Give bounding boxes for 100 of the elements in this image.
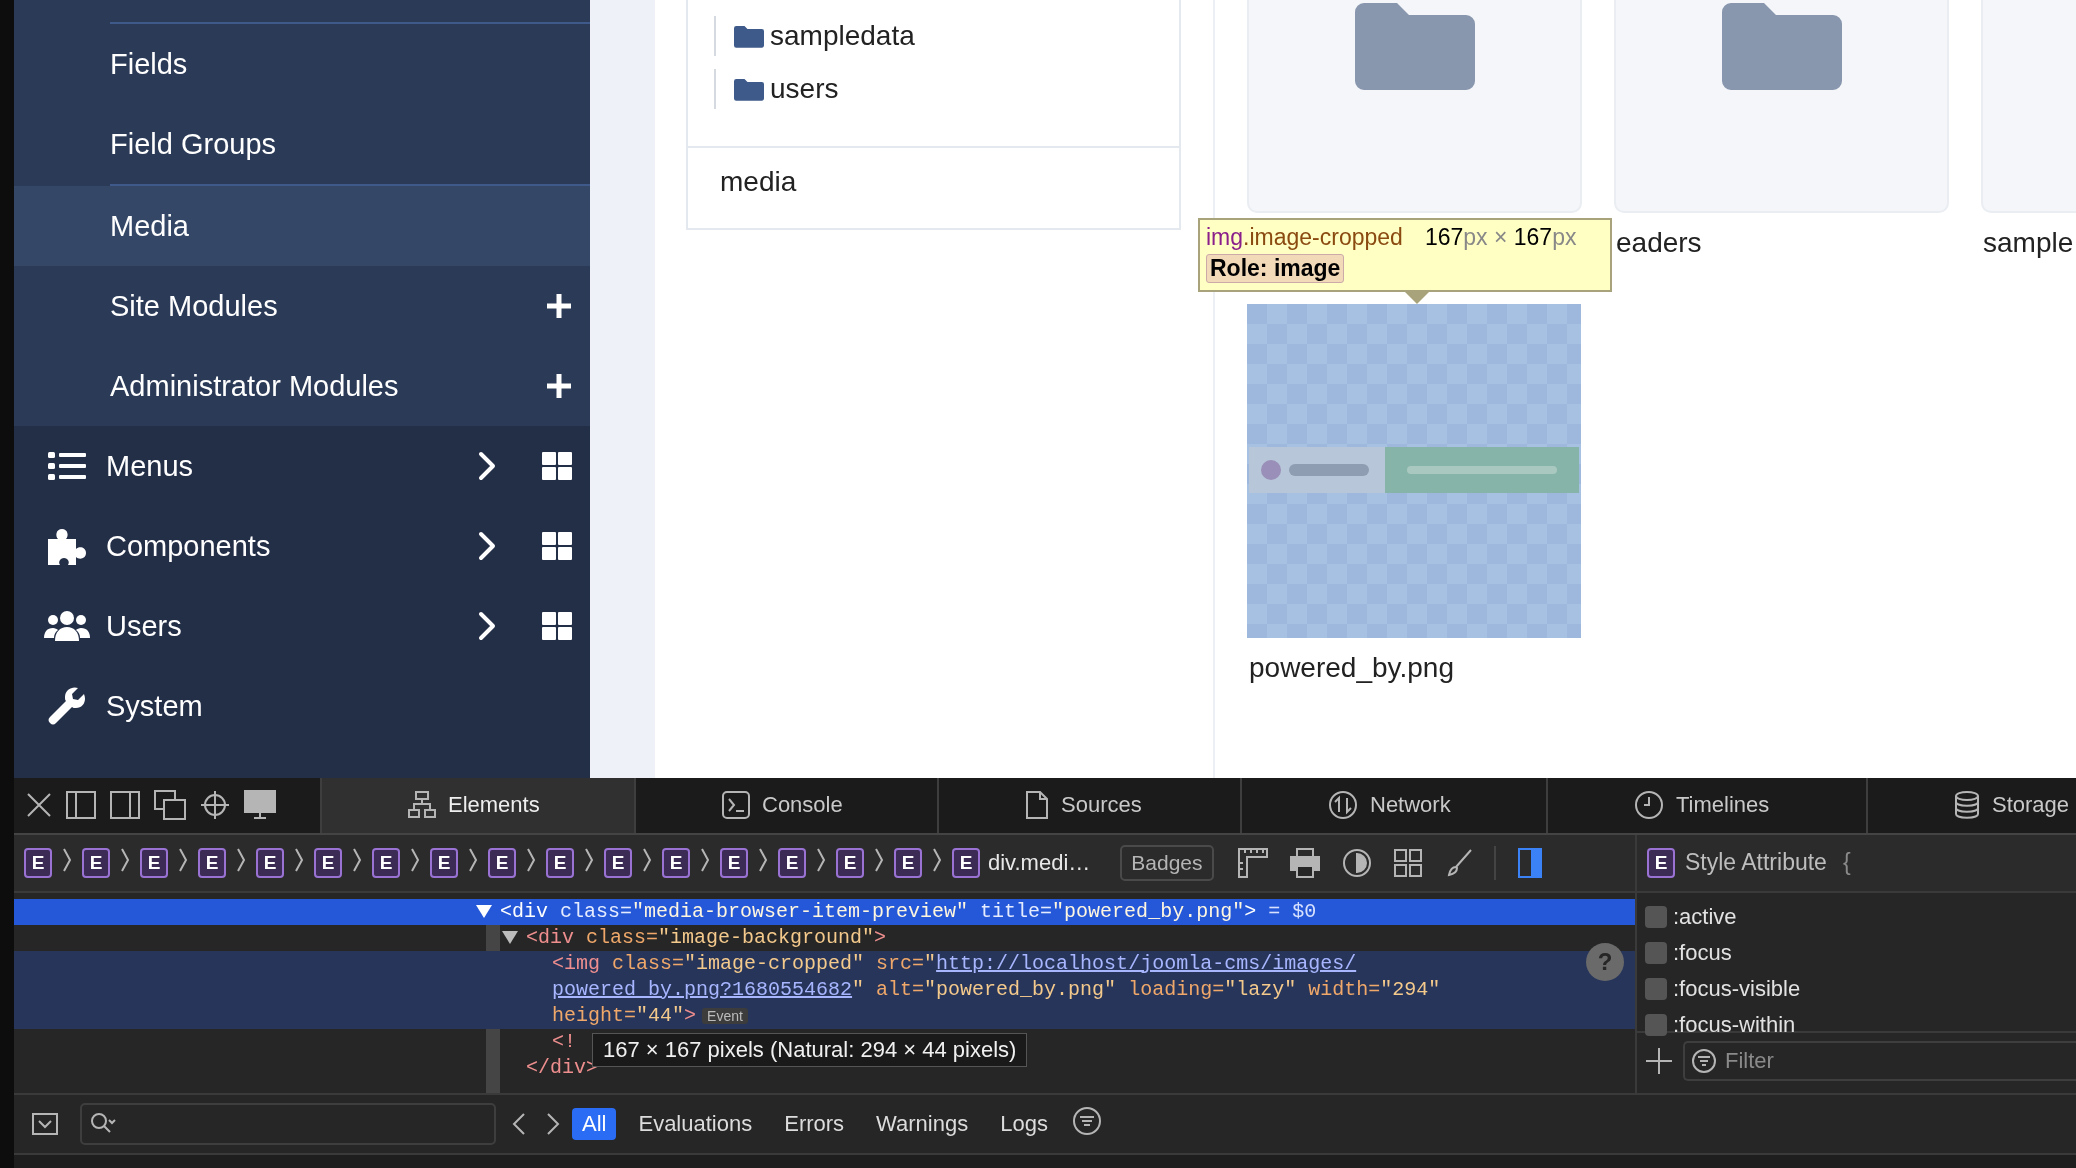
grid-icon[interactable] (542, 532, 572, 560)
submenu-item[interactable]: Media (14, 186, 590, 266)
separator-icon (178, 846, 188, 873)
menu-item[interactable]: Menus (14, 426, 590, 506)
folder-card[interactable] (1247, 0, 1582, 213)
checkbox[interactable] (1645, 977, 1667, 1000)
separator-icon (700, 846, 710, 873)
chevron-right-icon[interactable] (478, 531, 496, 561)
code-line[interactable]: height="44"> Event (552, 1002, 748, 1029)
filter-button[interactable]: Warnings (866, 1108, 979, 1141)
element-badge[interactable]: E (546, 847, 574, 878)
element-badge[interactable]: E (372, 847, 400, 878)
element-badge[interactable]: E (836, 847, 864, 878)
separator-icon (468, 846, 478, 873)
badges-button[interactable]: Badges (1120, 844, 1214, 881)
filter-button[interactable]: Evaluations (628, 1108, 763, 1141)
element-badge[interactable]: E (894, 847, 922, 878)
devtools-tab[interactable]: Timelines (1546, 778, 1866, 833)
code-line[interactable]: <div class="image-background"> (526, 924, 887, 951)
devtools-tab[interactable]: Elements (320, 778, 634, 833)
checkbox[interactable] (1645, 941, 1667, 964)
next-icon[interactable] (546, 1112, 560, 1137)
hierarchy-icon (408, 791, 436, 820)
printer-icon[interactable] (1289, 847, 1320, 878)
rule-title: Style Attribute (1685, 849, 1827, 877)
element-badge[interactable]: E (314, 847, 342, 878)
ruler-icon[interactable] (1237, 847, 1268, 878)
size-text: 167px × 167px (1424, 224, 1577, 251)
code-line[interactable]: <! (552, 1028, 576, 1055)
folder-card[interactable] (1614, 0, 1949, 213)
plus-icon[interactable] (546, 373, 572, 399)
folder-tree-item[interactable]: sampledata (714, 16, 1179, 56)
submenu-item[interactable]: Site Modules (14, 266, 590, 346)
devtools-tab[interactable]: Storage (1866, 778, 2076, 833)
close-icon[interactable] (26, 792, 52, 819)
checkbox-label[interactable]: :focus-within (1673, 1011, 1796, 1038)
grid-layout-icon[interactable] (1393, 848, 1422, 877)
grid-icon[interactable] (542, 452, 572, 480)
chevron-right-icon[interactable] (478, 451, 496, 481)
menu-item[interactable]: Users (14, 586, 590, 666)
dock-right-icon[interactable] (110, 791, 140, 820)
contrast-icon[interactable] (1341, 847, 1372, 878)
devtools-tab[interactable]: Network (1240, 778, 1546, 833)
checkbox-label[interactable]: :focus (1673, 939, 1732, 966)
monitor-icon[interactable] (244, 790, 276, 821)
url-link[interactable]: http://localhost/joomla-cms/images/ (936, 951, 1357, 975)
grid-icon[interactable] (542, 612, 572, 640)
checkbox[interactable] (1645, 1013, 1667, 1036)
filter-button[interactable]: Logs (990, 1108, 1058, 1141)
filter-button[interactable]: Errors (774, 1108, 855, 1141)
filter-options-icon[interactable] (1071, 1106, 1102, 1137)
element-badge[interactable]: E (82, 847, 110, 878)
devtools-tab[interactable]: Sources (937, 778, 1240, 833)
plus-icon[interactable] (546, 293, 572, 319)
separator-icon (584, 846, 594, 873)
crosshair-icon[interactable] (200, 790, 230, 821)
sidebar-toggle-icon[interactable] (1517, 847, 1542, 878)
filter-button[interactable]: All (572, 1108, 617, 1141)
add-icon[interactable] (1645, 1046, 1673, 1075)
drive-label[interactable]: media (720, 166, 797, 197)
brace-text: { (1842, 849, 1851, 877)
checkbox-label[interactable]: :active (1673, 903, 1737, 930)
url-link[interactable]: powered_by.png?1680554682 (552, 977, 853, 1001)
submenu-item[interactable]: Field Groups (14, 104, 590, 184)
windows-icon[interactable] (154, 790, 186, 821)
element-badge[interactable]: E (720, 847, 748, 878)
folder-icon (1721, 0, 1842, 90)
menu-item[interactable]: System (14, 666, 590, 746)
checkbox[interactable] (1645, 905, 1667, 928)
list-icon (48, 451, 86, 481)
previous-icon[interactable] (512, 1112, 526, 1137)
search-field[interactable] (80, 1103, 496, 1146)
element-badge[interactable]: E (24, 847, 52, 878)
element-badge[interactable]: E (256, 847, 284, 878)
menu-item[interactable]: Components (14, 506, 590, 586)
element-badge[interactable]: E (488, 847, 516, 878)
element-badge[interactable]: E (198, 847, 226, 878)
network-icon (1328, 790, 1358, 821)
separator-icon (294, 846, 304, 873)
element-badge[interactable]: E (140, 847, 168, 878)
dock-left-icon[interactable] (66, 791, 96, 820)
element-badge[interactable]: E (604, 847, 632, 878)
element-badge[interactable]: E (430, 847, 458, 878)
code-line[interactable]: <img class="image-cropped" src="http://localhost/joomla-cms/images/ (552, 950, 1357, 977)
submenu-item[interactable]: Fields (14, 24, 590, 104)
element-badge[interactable]: E (778, 847, 806, 878)
separator-icon (758, 846, 768, 873)
filter-field[interactable]: Filter (1683, 1040, 2076, 1081)
devtools-tab[interactable]: Console (634, 778, 937, 833)
folder-icon (734, 77, 764, 101)
console-toggle-icon[interactable] (32, 1113, 58, 1136)
element-badge[interactable]: E (662, 847, 690, 878)
submenu-item[interactable]: Administrator Modules (14, 346, 590, 426)
event-badge[interactable]: Event (702, 1007, 748, 1024)
checkbox-label[interactable]: :focus-visible (1673, 975, 1801, 1002)
separator-icon (642, 846, 652, 873)
breadcrumb-item[interactable]: E div.medi… (952, 847, 1091, 878)
chevron-right-icon[interactable] (478, 611, 496, 641)
puzzle-icon (46, 527, 88, 565)
folder-tree-item[interactable]: users (714, 69, 1179, 109)
